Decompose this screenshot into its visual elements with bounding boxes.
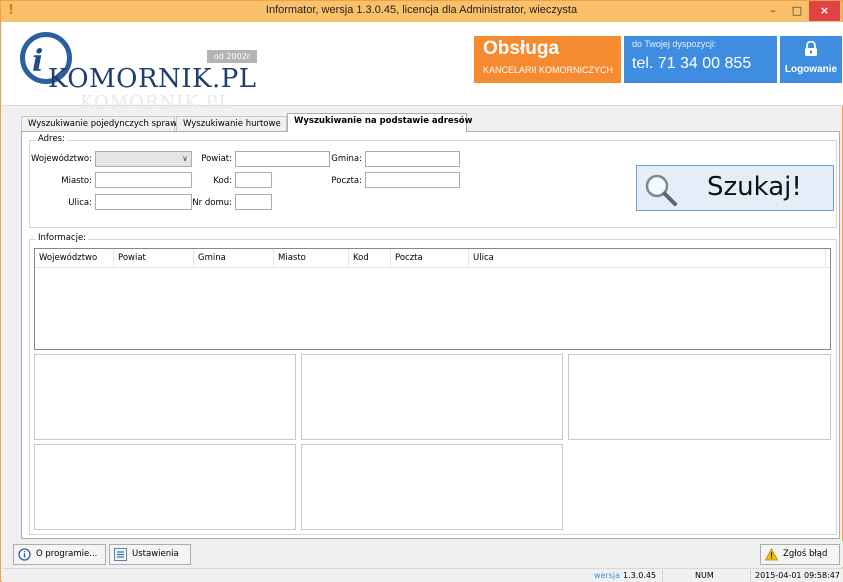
miasto-input[interactable] — [95, 172, 192, 188]
window-title: Informator, wersja 1.3.0.45, licencja dl… — [265, 4, 578, 16]
service-title: Obsługa — [483, 38, 560, 59]
login-label: Logowanie — [784, 64, 838, 75]
wojewodztwo-label: Województwo: — [30, 154, 92, 164]
since-badge: od 2002r — [207, 50, 257, 63]
login-button[interactable]: Logowanie — [780, 36, 842, 83]
settings-list-icon — [114, 548, 127, 561]
column-header-ulica[interactable]: Ulica — [469, 249, 826, 268]
header-banner: i KOMORNIK.PL KOMORNIK.PL od 2002r Obsłu… — [2, 22, 843, 113]
num-lock-indicator: NUM — [695, 571, 714, 580]
column-header-gmina[interactable]: Gmina — [194, 249, 274, 268]
search-button[interactable]: Szukaj! — [636, 165, 834, 211]
magnifier-icon — [645, 174, 677, 206]
kod-label: Kod: — [213, 176, 232, 186]
column-header-wojewodztwo[interactable]: Województwo — [35, 249, 114, 268]
bottom-toolbar: O programie... Ustawienia Zgłoś błąd — [2, 541, 843, 567]
tab-single-cases[interactable]: Wyszukiwanie pojedynczych spraw — [21, 116, 177, 132]
results-list[interactable]: Województwo Powiat Gmina Miasto Kod Pocz… — [34, 248, 831, 350]
info-panel-5 — [301, 444, 563, 530]
column-header-powiat[interactable]: Powiat — [114, 249, 194, 268]
address-group: Adres: Województwo: ∨ Powiat: Gmina: Mia… — [29, 134, 837, 228]
settings-button-label: Ustawienia — [132, 549, 179, 559]
poczta-input[interactable] — [365, 172, 460, 188]
report-bug-button-label: Zgłoś błąd — [783, 549, 828, 559]
logo-i-glyph: i — [32, 44, 44, 79]
status-datetime: 2015-04-01 09:58:47 — [755, 571, 840, 580]
ulica-input[interactable] — [95, 194, 192, 210]
version-value: 1.3.0.45 — [623, 571, 657, 580]
search-button-label: Szukaj! — [707, 172, 802, 202]
contact-caption: do Twojej dyspozycji: — [632, 39, 717, 49]
status-separator — [750, 570, 751, 582]
maximize-button[interactable]: □ — [785, 1, 809, 21]
powiat-label: Powiat: — [201, 154, 232, 164]
info-panel-2 — [301, 354, 563, 440]
wojewodztwo-select[interactable]: ∨ — [95, 151, 192, 167]
logo-reflection: KOMORNIK.PL — [80, 92, 232, 113]
tab-address-search[interactable]: Wyszukiwanie na podstawie adresów — [287, 113, 472, 132]
nr-domu-input[interactable] — [235, 194, 272, 210]
service-banner[interactable]: Obsługa KANCELARII KOMORNICZYCH — [474, 36, 621, 83]
status-separator — [662, 570, 663, 582]
info-panel-1 — [34, 354, 296, 440]
info-icon — [18, 548, 31, 561]
settings-button[interactable]: Ustawienia — [109, 544, 191, 565]
title-bar: ! Informator, wersja 1.3.0.45, licencja … — [1, 1, 842, 22]
status-bar: wersja 1.3.0.45 NUM 2015-04-01 09:58:47 — [2, 568, 843, 582]
warning-icon — [765, 548, 778, 561]
miasto-label: Miasto: — [61, 176, 92, 186]
contact-banner[interactable]: do Twojej dyspozycji: tel. 71 34 00 855 — [624, 36, 777, 83]
column-header-kod[interactable]: Kod — [349, 249, 391, 268]
powiat-input[interactable] — [235, 151, 330, 167]
poczta-label: Poczta: — [331, 176, 362, 186]
info-group: Informacje: Województwo Powiat Gmina Mia… — [29, 233, 837, 535]
column-header-miasto[interactable]: Miasto — [274, 249, 349, 268]
column-header-poczta[interactable]: Poczta — [391, 249, 469, 268]
address-legend: Adres: — [36, 134, 67, 144]
minimize-button[interactable]: – — [761, 1, 785, 21]
gmina-label: Gmina: — [331, 154, 362, 164]
chevron-down-icon: ∨ — [182, 154, 188, 163]
gmina-input[interactable] — [365, 151, 460, 167]
nr-domu-label: Nr domu: — [192, 198, 232, 208]
logo-text: KOMORNIK.PL — [48, 64, 257, 94]
about-button[interactable]: O programie... — [13, 544, 106, 565]
about-button-label: O programie... — [36, 549, 98, 559]
kod-input[interactable] — [235, 172, 272, 188]
contact-phone: tel. 71 34 00 855 — [632, 55, 752, 72]
close-button[interactable]: × — [809, 1, 840, 21]
tab-content: Adres: Województwo: ∨ Powiat: Gmina: Mia… — [21, 131, 840, 539]
info-panel-4 — [34, 444, 296, 530]
lock-icon — [805, 41, 817, 56]
version-label: wersja — [594, 571, 621, 580]
info-legend: Informacje: — [36, 233, 89, 243]
service-subtitle: KANCELARII KOMORNICZYCH — [483, 65, 614, 75]
tab-bulk-search[interactable]: Wyszukiwanie hurtowe — [176, 116, 287, 132]
ulica-label: Ulica: — [68, 198, 92, 208]
report-bug-button[interactable]: Zgłoś błąd — [760, 544, 840, 565]
info-panel-3 — [568, 354, 831, 440]
main-window: ! Informator, wersja 1.3.0.45, licencja … — [0, 0, 843, 582]
